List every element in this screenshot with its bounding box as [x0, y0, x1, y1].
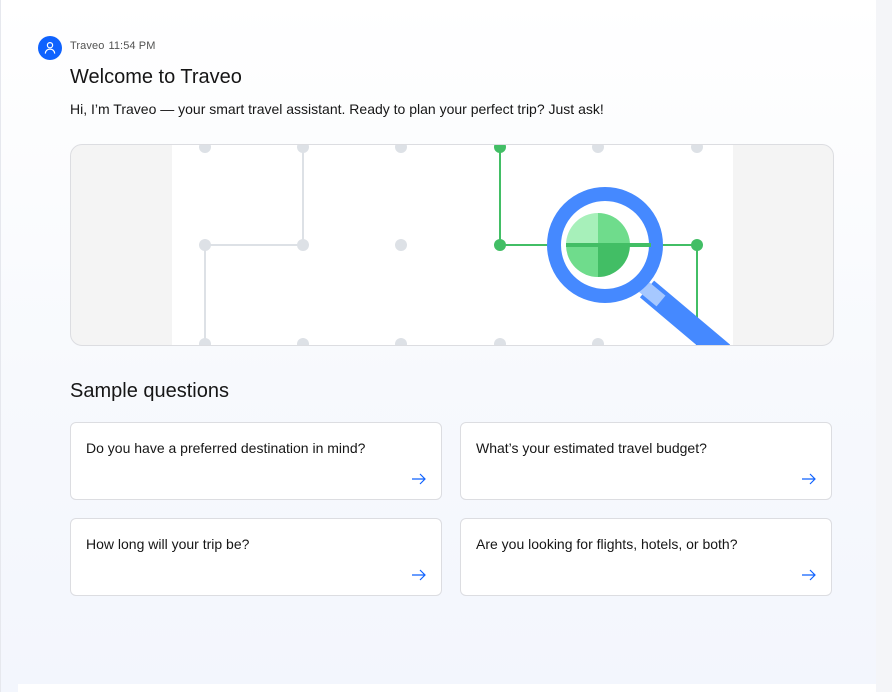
- welcome-intro: Hi, I’m Traveo — your smart travel assis…: [70, 101, 604, 117]
- sender-name: Traveo: [70, 40, 105, 52]
- scrollbar-track[interactable]: [876, 0, 892, 692]
- search-illustration: [70, 144, 834, 346]
- arrow-right-icon: [802, 473, 816, 485]
- user-icon: [38, 36, 62, 60]
- sample-question-card[interactable]: Do you have a preferred destination in m…: [70, 422, 442, 500]
- sample-question-card[interactable]: How long will your trip be?: [70, 518, 442, 596]
- arrow-right-icon: [802, 569, 816, 581]
- sample-question-text: What’s your estimated travel budget?: [476, 440, 707, 456]
- arrow-right-icon: [412, 569, 426, 581]
- sample-questions-heading: Sample questions: [70, 380, 229, 402]
- welcome-title: Welcome to Traveo: [70, 66, 242, 88]
- sample-question-text: How long will your trip be?: [86, 536, 250, 552]
- composer-edge: [18, 684, 876, 692]
- sample-question-card[interactable]: What’s your estimated travel budget?: [460, 422, 832, 500]
- message-time: 11:54 PM: [108, 40, 156, 52]
- arrow-right-icon: [412, 473, 426, 485]
- message-meta: Traveo 11:54 PM: [70, 40, 160, 52]
- sample-question-text: Are you looking for flights, hotels, or …: [476, 536, 738, 552]
- sample-question-text: Do you have a preferred destination in m…: [86, 440, 366, 456]
- sample-question-card[interactable]: Are you looking for flights, hotels, or …: [460, 518, 832, 596]
- panel-left-border: [0, 0, 1, 692]
